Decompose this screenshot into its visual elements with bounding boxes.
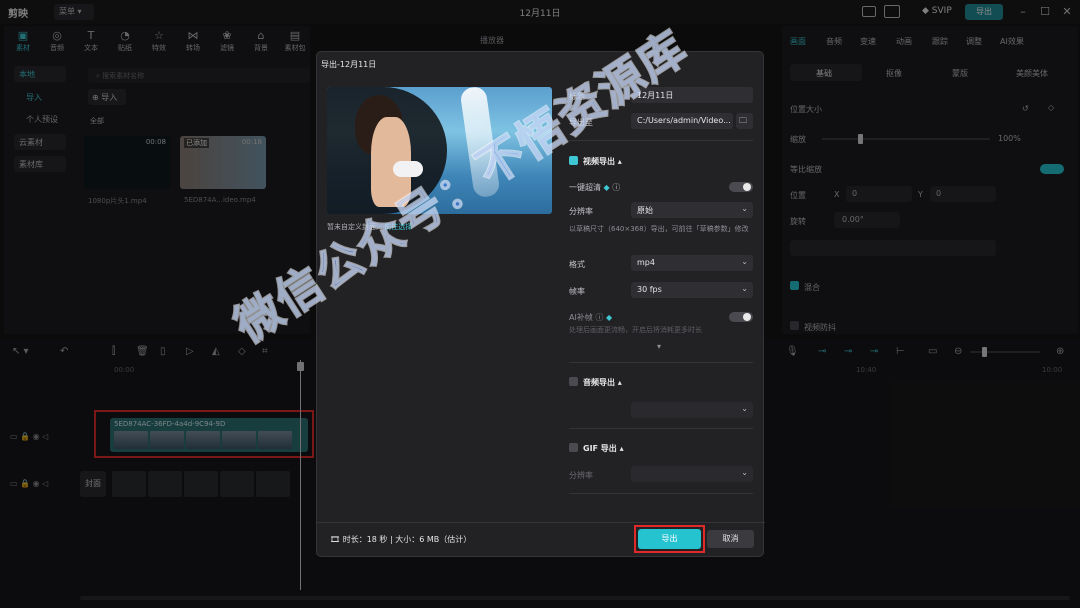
fps-select[interactable]: 30 fps ⌄: [631, 282, 753, 298]
gif-export-check: [569, 443, 578, 452]
format-select[interactable]: mp4 ⌄: [631, 255, 753, 271]
export-to-label: 导出至: [569, 118, 593, 127]
title-label: 标题: [569, 92, 585, 101]
hq-toggle[interactable]: [729, 182, 753, 192]
export-path-input[interactable]: C:/Users/admin/Video...: [631, 113, 733, 129]
diamond-icon: ◆: [605, 313, 613, 322]
info-icon: ⓘ: [595, 313, 604, 322]
hq-label: 一键超清 ◆ ⓘ: [569, 182, 620, 193]
chevron-down-icon: ⌄: [741, 257, 748, 266]
hq-text: 一键超清: [569, 183, 601, 192]
video-export-text: 视频导出: [583, 157, 615, 166]
duration-text: 时长：18 秒 | 大小：6 MB（估计）: [342, 535, 472, 544]
audio-export-checkbox[interactable]: [569, 377, 578, 389]
gif-export-label: GIF 导出 ▴: [583, 444, 624, 453]
preview-swimsuit: [393, 161, 423, 177]
preview-water-jet: [459, 87, 501, 199]
video-export-checkbox[interactable]: [569, 156, 578, 168]
chevron-down-icon: ⌄: [741, 468, 748, 477]
audio-export-label: 音频导出 ▴: [583, 378, 622, 387]
highlight-box-export: [634, 525, 705, 553]
cancel-button-label: 取消: [722, 534, 739, 543]
ai-frame-toggle[interactable]: [729, 312, 753, 322]
cover-select-link[interactable]: 前往选择: [384, 223, 412, 231]
gif-resolution-label: 分辨率: [569, 471, 593, 480]
fps-label: 帧率: [569, 287, 585, 296]
ai-frame-note: 处理后画面更流畅，开启后将消耗更多时长: [569, 326, 702, 334]
gif-export-checkbox[interactable]: [569, 443, 578, 455]
divider: [569, 362, 753, 363]
ai-frame-label: AI补帧 ⓘ ◆: [569, 312, 612, 323]
info-icon: ⓘ: [612, 183, 621, 192]
title-input[interactable]: 12月11日: [631, 87, 753, 103]
gif-resolution-select[interactable]: ⌄: [631, 466, 753, 482]
dialog-title: 导出-12月11日: [321, 60, 377, 69]
divider: [569, 140, 753, 141]
fps-value: 30 fps: [637, 285, 662, 294]
video-export-check: [569, 156, 578, 165]
resolution-label: 分辨率: [569, 207, 593, 216]
format-value: mp4: [637, 258, 655, 267]
film-icon: 🎞: [330, 535, 341, 544]
cancel-button[interactable]: 取消: [707, 530, 754, 548]
chevron-down-icon: ⌄: [741, 204, 748, 213]
diamond-icon: ◆: [603, 183, 610, 192]
divider: [569, 493, 753, 494]
footer-divider: [317, 522, 765, 523]
folder-icon[interactable]: 🗀: [736, 113, 753, 129]
audio-format-select[interactable]: ⌄: [631, 402, 753, 418]
cover-hint: 暂未自定义封面, 前往选择: [327, 222, 412, 232]
video-export-label: 视频导出 ▴: [583, 157, 622, 166]
title-value: 12月11日: [637, 91, 674, 100]
ai-frame-text: AI补帧: [569, 313, 593, 322]
format-label: 格式: [569, 260, 585, 269]
resolution-note: 以草稿尺寸（640×368）导出，可前往「草稿参数」修改: [569, 225, 749, 233]
cover-hint-text: 暂未自定义封面,: [327, 223, 379, 231]
resolution-select[interactable]: 原始 ⌄: [631, 202, 753, 218]
export-dialog: 导出-12月11日 暂未自定义封面, 前往选择 标题 12月11日 导出至 C:/…: [316, 51, 765, 557]
cover-preview[interactable]: [327, 87, 552, 214]
export-path-value: C:/Users/admin/Video...: [637, 116, 731, 125]
duration-size: 🎞 时长：18 秒 | 大小：6 MB（估计）: [330, 534, 471, 545]
divider: [569, 428, 753, 429]
audio-export-check: [569, 377, 578, 386]
expand-chevron-icon[interactable]: ▾: [657, 342, 661, 351]
gif-export-text: GIF 导出: [583, 444, 617, 453]
chevron-down-icon: ⌄: [741, 404, 748, 413]
resolution-value: 原始: [637, 206, 653, 215]
audio-export-text: 音频导出: [583, 378, 615, 387]
chevron-down-icon: ⌄: [741, 284, 748, 293]
